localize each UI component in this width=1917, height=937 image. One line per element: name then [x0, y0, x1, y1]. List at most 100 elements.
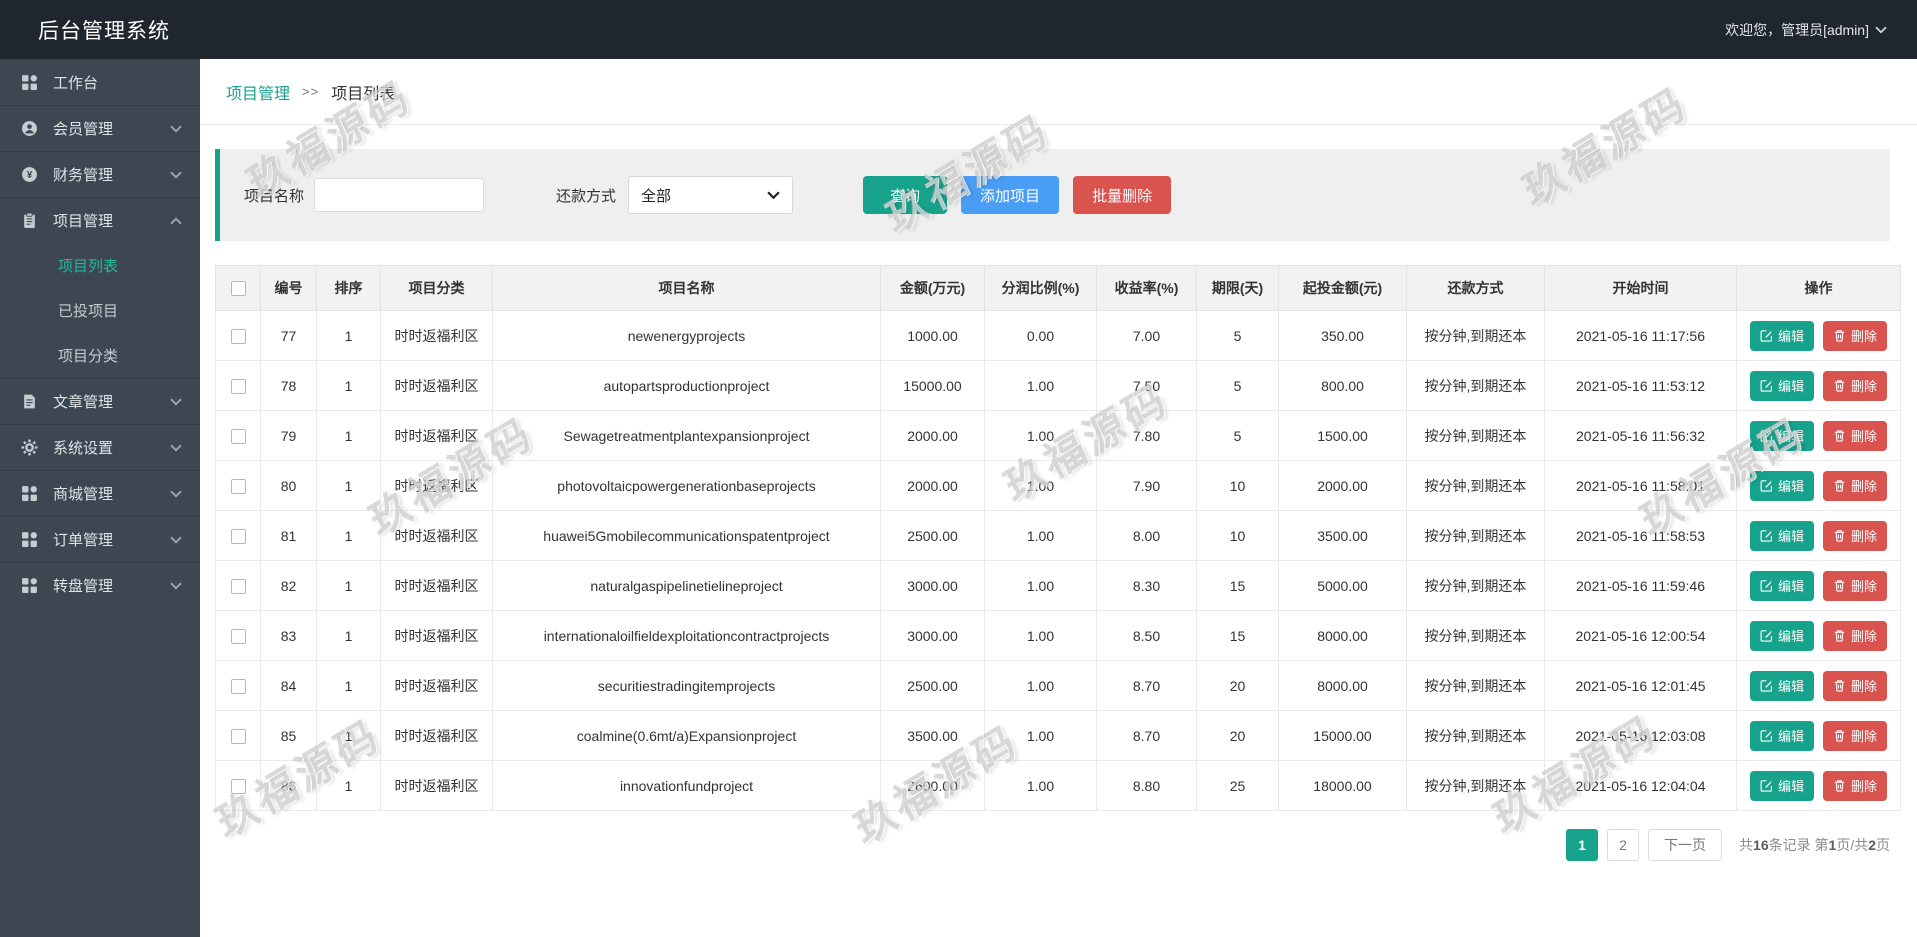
search-button[interactable]: 查询	[863, 176, 947, 214]
cell-profit-ratio: 0.00	[985, 311, 1097, 361]
edit-button[interactable]: 编辑	[1750, 721, 1814, 751]
sidebar-item-label: 商城管理	[53, 483, 113, 504]
sidebar-item-finance[interactable]: ¥ 财务管理	[0, 151, 200, 197]
chevron-down-icon	[170, 171, 182, 179]
cell-yield: 8.00	[1097, 511, 1197, 561]
repay-method-select[interactable]: 全部	[628, 176, 793, 214]
pagination-summary: 共16条记录 第1页/共2页	[1739, 835, 1890, 855]
select-all-checkbox[interactable]	[231, 281, 246, 296]
delete-button[interactable]: 删除	[1823, 421, 1887, 451]
cell-sort: 1	[317, 411, 381, 461]
row-checkbox[interactable]	[231, 529, 246, 544]
chevron-down-icon	[170, 490, 182, 498]
row-checkbox[interactable]	[231, 679, 246, 694]
cell-start-time: 2021-05-16 12:01:45	[1545, 661, 1737, 711]
col-start-time: 开始时间	[1545, 266, 1737, 311]
sidebar-item-articles[interactable]: 文章管理	[0, 378, 200, 424]
col-term: 期限(天)	[1197, 266, 1279, 311]
edit-button[interactable]: 编辑	[1750, 571, 1814, 601]
col-category: 项目分类	[381, 266, 493, 311]
cell-sort: 1	[317, 511, 381, 561]
cell-category: 时时返福利区	[381, 511, 493, 561]
cell-name: newenergyprojects	[493, 311, 881, 361]
sidebar-item-project-list[interactable]: 项目列表	[0, 243, 200, 288]
edit-button[interactable]: 编辑	[1750, 671, 1814, 701]
row-checkbox[interactable]	[231, 729, 246, 744]
sidebar-item-projects[interactable]: 项目管理	[0, 197, 200, 243]
cell-id: 80	[261, 461, 317, 511]
cell-name: innovationfundproject	[493, 761, 881, 811]
cell-yield: 8.30	[1097, 561, 1197, 611]
app-title: 后台管理系统	[38, 15, 170, 45]
sidebar-item-members[interactable]: 会员管理	[0, 105, 200, 151]
delete-button[interactable]: 删除	[1823, 621, 1887, 651]
chevron-down-icon	[170, 444, 182, 452]
delete-button[interactable]: 删除	[1823, 771, 1887, 801]
svg-text:¥: ¥	[27, 170, 33, 181]
cell-sort: 1	[317, 711, 381, 761]
cell-profit-ratio: 1.00	[985, 561, 1097, 611]
breadcrumb-parent[interactable]: 项目管理	[226, 80, 290, 104]
cell-name: securitiestradingitemprojects	[493, 661, 881, 711]
cell-term: 15	[1197, 561, 1279, 611]
sidebar-item-workbench[interactable]: 工作台	[0, 59, 200, 105]
edit-button[interactable]: 编辑	[1750, 771, 1814, 801]
cell-min-invest: 8000.00	[1279, 611, 1407, 661]
breadcrumb-current: 项目列表	[331, 80, 395, 104]
sidebar-item-invested-projects[interactable]: 已投项目	[0, 288, 200, 333]
table-row: 851时时返福利区coalmine(0.6mt/a)Expansionproje…	[216, 711, 1901, 761]
col-name: 项目名称	[493, 266, 881, 311]
sidebar-item-project-categories[interactable]: 项目分类	[0, 333, 200, 378]
row-checkbox[interactable]	[231, 329, 246, 344]
sidebar-item-label: 系统设置	[53, 437, 113, 458]
edit-button[interactable]: 编辑	[1750, 521, 1814, 551]
cell-start-time: 2021-05-16 11:58:01	[1545, 461, 1737, 511]
add-project-button[interactable]: 添加项目	[961, 176, 1059, 214]
row-checkbox[interactable]	[231, 579, 246, 594]
sidebar-item-orders[interactable]: 订单管理	[0, 516, 200, 562]
row-checkbox[interactable]	[231, 629, 246, 644]
cell-category: 时时返福利区	[381, 361, 493, 411]
user-menu[interactable]: 欢迎您，管理员[admin]	[1725, 20, 1887, 40]
next-page-button[interactable]: 下一页	[1648, 829, 1722, 861]
cell-repay: 按分钟,到期还本	[1407, 511, 1545, 561]
table-row: 811时时返福利区huawei5Gmobilecommunicationspat…	[216, 511, 1901, 561]
delete-button[interactable]: 删除	[1823, 721, 1887, 751]
cell-yield: 7.50	[1097, 361, 1197, 411]
cell-category: 时时返福利区	[381, 311, 493, 361]
row-checkbox[interactable]	[231, 379, 246, 394]
cell-min-invest: 3500.00	[1279, 511, 1407, 561]
article-icon	[21, 393, 38, 410]
cell-sort: 1	[317, 661, 381, 711]
cell-term: 15	[1197, 611, 1279, 661]
row-checkbox[interactable]	[231, 779, 246, 794]
row-checkbox[interactable]	[231, 479, 246, 494]
delete-button[interactable]: 删除	[1823, 321, 1887, 351]
row-checkbox[interactable]	[231, 429, 246, 444]
delete-button[interactable]: 删除	[1823, 521, 1887, 551]
edit-button[interactable]: 编辑	[1750, 321, 1814, 351]
project-name-input[interactable]	[314, 178, 484, 212]
edit-button[interactable]: 编辑	[1750, 471, 1814, 501]
sidebar-item-settings[interactable]: 系统设置	[0, 424, 200, 470]
edit-button[interactable]: 编辑	[1750, 621, 1814, 651]
page-button-1[interactable]: 1	[1566, 829, 1598, 861]
cell-min-invest: 15000.00	[1279, 711, 1407, 761]
bulk-delete-button[interactable]: 批量删除	[1073, 176, 1171, 214]
delete-button[interactable]: 删除	[1823, 471, 1887, 501]
edit-button[interactable]: 编辑	[1750, 421, 1814, 451]
sidebar: 工作台 会员管理 ¥ 财务管理 项目管理 项目列表 已投项目 项目分类	[0, 59, 200, 937]
edit-button[interactable]: 编辑	[1750, 371, 1814, 401]
table-header-row: 编号 排序 项目分类 项目名称 金额(万元) 分润比例(%) 收益率(%) 期限…	[216, 266, 1901, 311]
sidebar-item-label: 会员管理	[53, 118, 113, 139]
cell-yield: 7.80	[1097, 411, 1197, 461]
delete-button[interactable]: 删除	[1823, 571, 1887, 601]
page-button-2[interactable]: 2	[1607, 829, 1639, 861]
sidebar-item-mall[interactable]: 商城管理	[0, 470, 200, 516]
delete-button[interactable]: 删除	[1823, 671, 1887, 701]
chevron-down-icon	[170, 536, 182, 544]
repay-method-label: 还款方式	[556, 185, 616, 206]
sidebar-item-wheel[interactable]: 转盘管理	[0, 562, 200, 608]
welcome-text: 欢迎您，管理员[admin]	[1725, 20, 1869, 40]
delete-button[interactable]: 删除	[1823, 371, 1887, 401]
